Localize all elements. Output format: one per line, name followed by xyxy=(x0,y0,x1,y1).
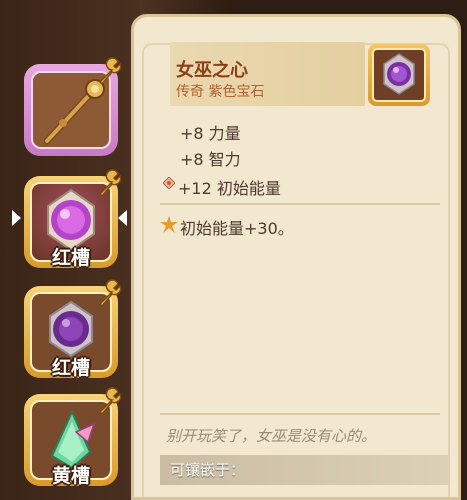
item-icon-frame xyxy=(368,44,430,106)
purple-gem-icon xyxy=(383,53,415,95)
selection-arrow-left xyxy=(12,210,21,226)
divider xyxy=(160,203,440,205)
flavor-text: 别开玩笑了，女巫是没有心的。 xyxy=(166,427,377,445)
wrench-icon xyxy=(98,279,122,308)
slot-label: 红槽 xyxy=(51,357,90,379)
item-rarity-type: 传奇 紫色宝石 xyxy=(176,84,265,100)
gem-slot-red-2[interactable]: 红槽 xyxy=(24,279,122,379)
weapon-slot[interactable] xyxy=(24,57,122,156)
stat-strength: +8 力量 xyxy=(180,124,241,143)
wrench-icon xyxy=(98,169,122,198)
energy-icon xyxy=(163,177,175,189)
item-name: 女巫之心 xyxy=(176,60,248,81)
wrench-icon xyxy=(98,387,122,416)
slot-label: 红槽 xyxy=(51,247,90,269)
gem-slot-red-1[interactable]: 红槽 xyxy=(24,169,122,269)
slot-label: 黄槽 xyxy=(51,465,90,487)
wrench-icon xyxy=(98,57,122,86)
socket-label: 可镶嵌于： xyxy=(170,461,246,479)
divider xyxy=(160,413,440,415)
star-burst-icon xyxy=(160,216,178,233)
gem-slot-yellow[interactable]: 黄槽 xyxy=(24,387,122,487)
stat-initial-energy: +12 初始能量 xyxy=(178,179,281,198)
stat-intelligence: +8 智力 xyxy=(180,150,241,169)
selection-arrow-right xyxy=(118,210,127,226)
item-effect: 初始能量+30。 xyxy=(180,219,294,238)
item-icon-inner xyxy=(372,48,426,102)
